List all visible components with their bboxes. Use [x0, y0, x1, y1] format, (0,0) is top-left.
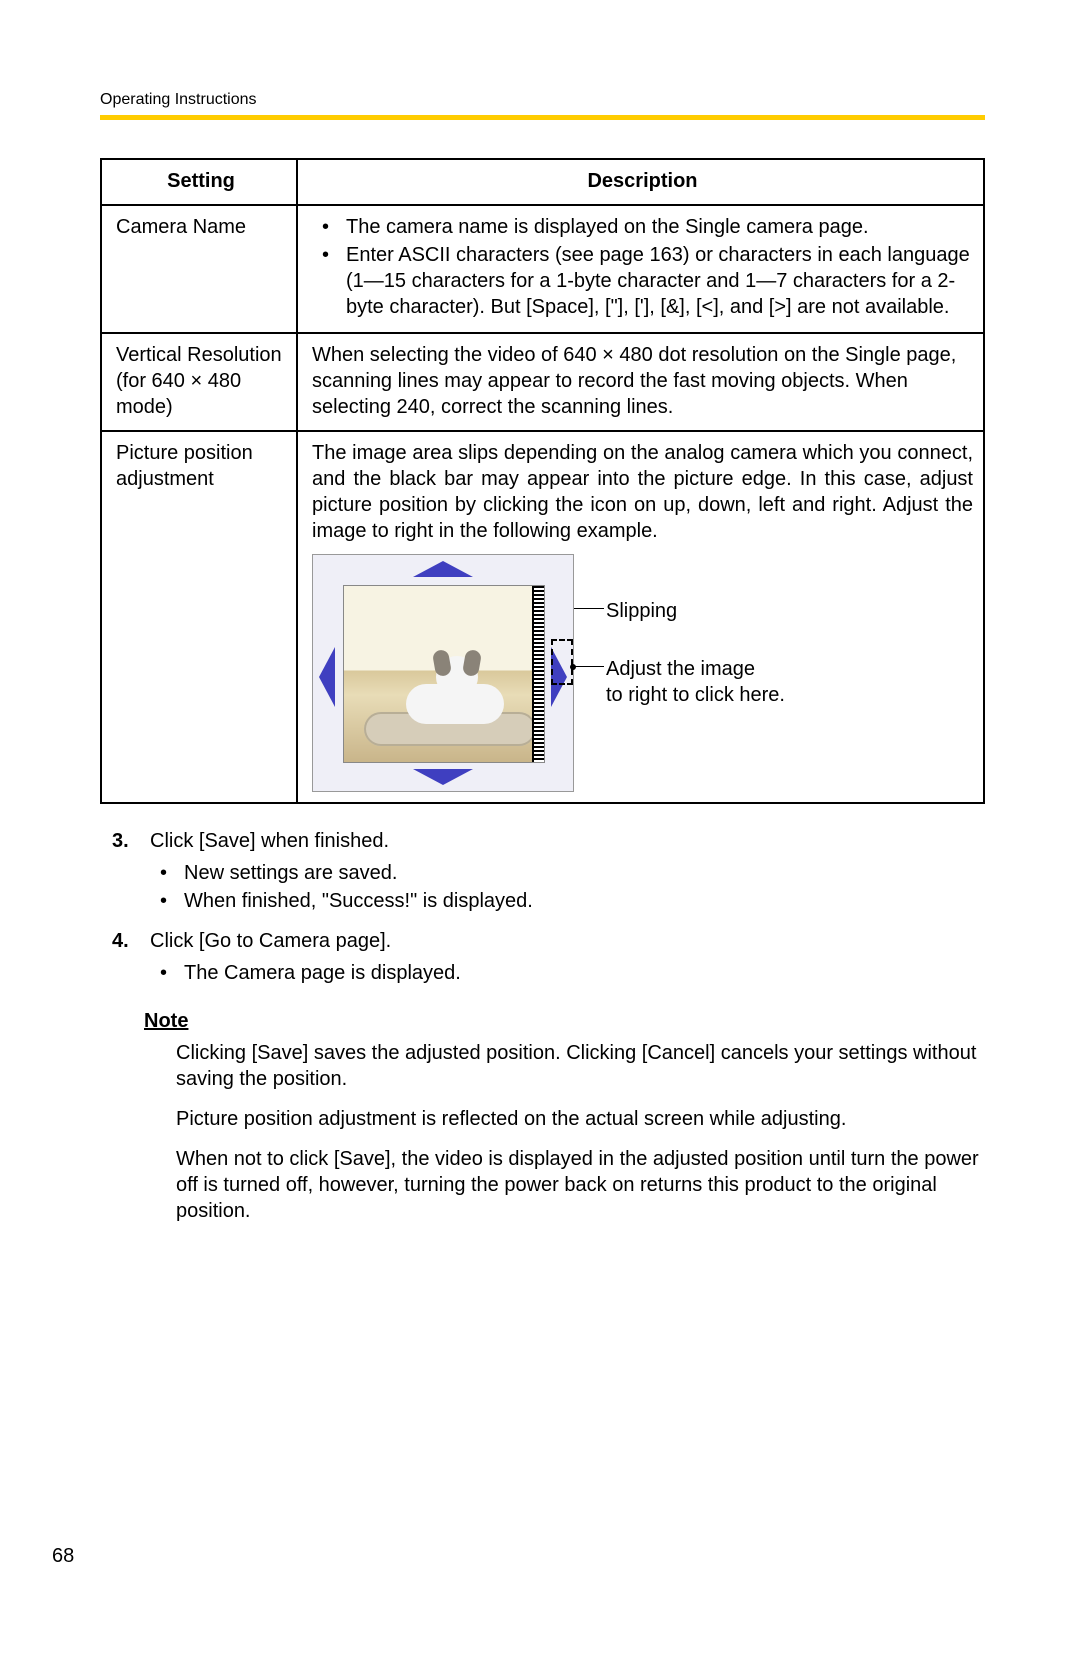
instruction-steps: Click [Save] when finished. New settings…	[100, 828, 985, 986]
description-cell: The camera name is displayed on the Sing…	[297, 205, 984, 333]
dog-ear	[462, 649, 482, 677]
callout-slipping: Slipping	[606, 598, 677, 624]
setting-cell: Vertical Resolution (for 640 × 480 mode)	[101, 333, 297, 431]
bullet: When finished, "Success!" is displayed.	[150, 888, 985, 914]
description-cell: The image area slips depending on the an…	[297, 431, 984, 803]
bullet: The Camera page is displayed.	[150, 960, 985, 986]
note-body: Clicking [Save] saves the adjusted posit…	[100, 1040, 985, 1224]
table-row: Vertical Resolution (for 640 × 480 mode)…	[101, 333, 984, 431]
picture-viewer	[312, 554, 574, 792]
bullet: Enter ASCII characters (see page 163) or…	[312, 242, 973, 320]
description-text: The image area slips depending on the an…	[312, 440, 973, 544]
setting-cell: Camera Name	[101, 205, 297, 333]
note-heading: Note	[144, 1008, 985, 1034]
black-edge-bar	[532, 586, 544, 762]
note-paragraph: When not to click [Save], the video is d…	[176, 1146, 985, 1224]
arrow-left-icon[interactable]	[319, 647, 335, 707]
picture-adjustment-diagram: Slipping Adjust the image to right to cl…	[312, 554, 973, 792]
camera-preview-image	[343, 585, 545, 763]
dog-ear	[432, 649, 452, 677]
step-text: Click [Save] when finished.	[150, 830, 389, 852]
bullet: The camera name is displayed on the Sing…	[312, 214, 973, 240]
th-setting: Setting	[101, 159, 297, 205]
step-text: Click [Go to Camera page].	[150, 930, 391, 952]
settings-table: Setting Description Camera Name The came…	[100, 158, 985, 804]
document-page: Operating Instructions Setting Descripti…	[0, 0, 1080, 1669]
callout-text: to right to click here.	[606, 684, 785, 706]
table-row: Picture position adjustment The image ar…	[101, 431, 984, 803]
setting-cell: Picture position adjustment	[101, 431, 297, 803]
bullet: New settings are saved.	[150, 860, 985, 886]
running-header: Operating Instructions	[100, 90, 985, 111]
note-paragraph: Picture position adjustment is reflected…	[176, 1106, 985, 1132]
arrow-up-icon[interactable]	[413, 561, 473, 577]
click-target-box[interactable]	[551, 639, 573, 685]
callout-text: Slipping	[606, 600, 677, 622]
th-description: Description	[297, 159, 984, 205]
header-rule	[100, 115, 985, 120]
step-item: Click [Go to Camera page]. The Camera pa…	[100, 928, 985, 986]
page-number: 68	[52, 1543, 74, 1569]
arrow-down-icon[interactable]	[413, 769, 473, 785]
description-cell: When selecting the video of 640 × 480 do…	[297, 333, 984, 431]
callout-adjust: Adjust the image to right to click here.	[606, 656, 785, 708]
note-paragraph: Clicking [Save] saves the adjusted posit…	[176, 1040, 985, 1092]
callout-text: Adjust the image	[606, 658, 755, 680]
table-row: Camera Name The camera name is displayed…	[101, 205, 984, 333]
step-item: Click [Save] when finished. New settings…	[100, 828, 985, 914]
